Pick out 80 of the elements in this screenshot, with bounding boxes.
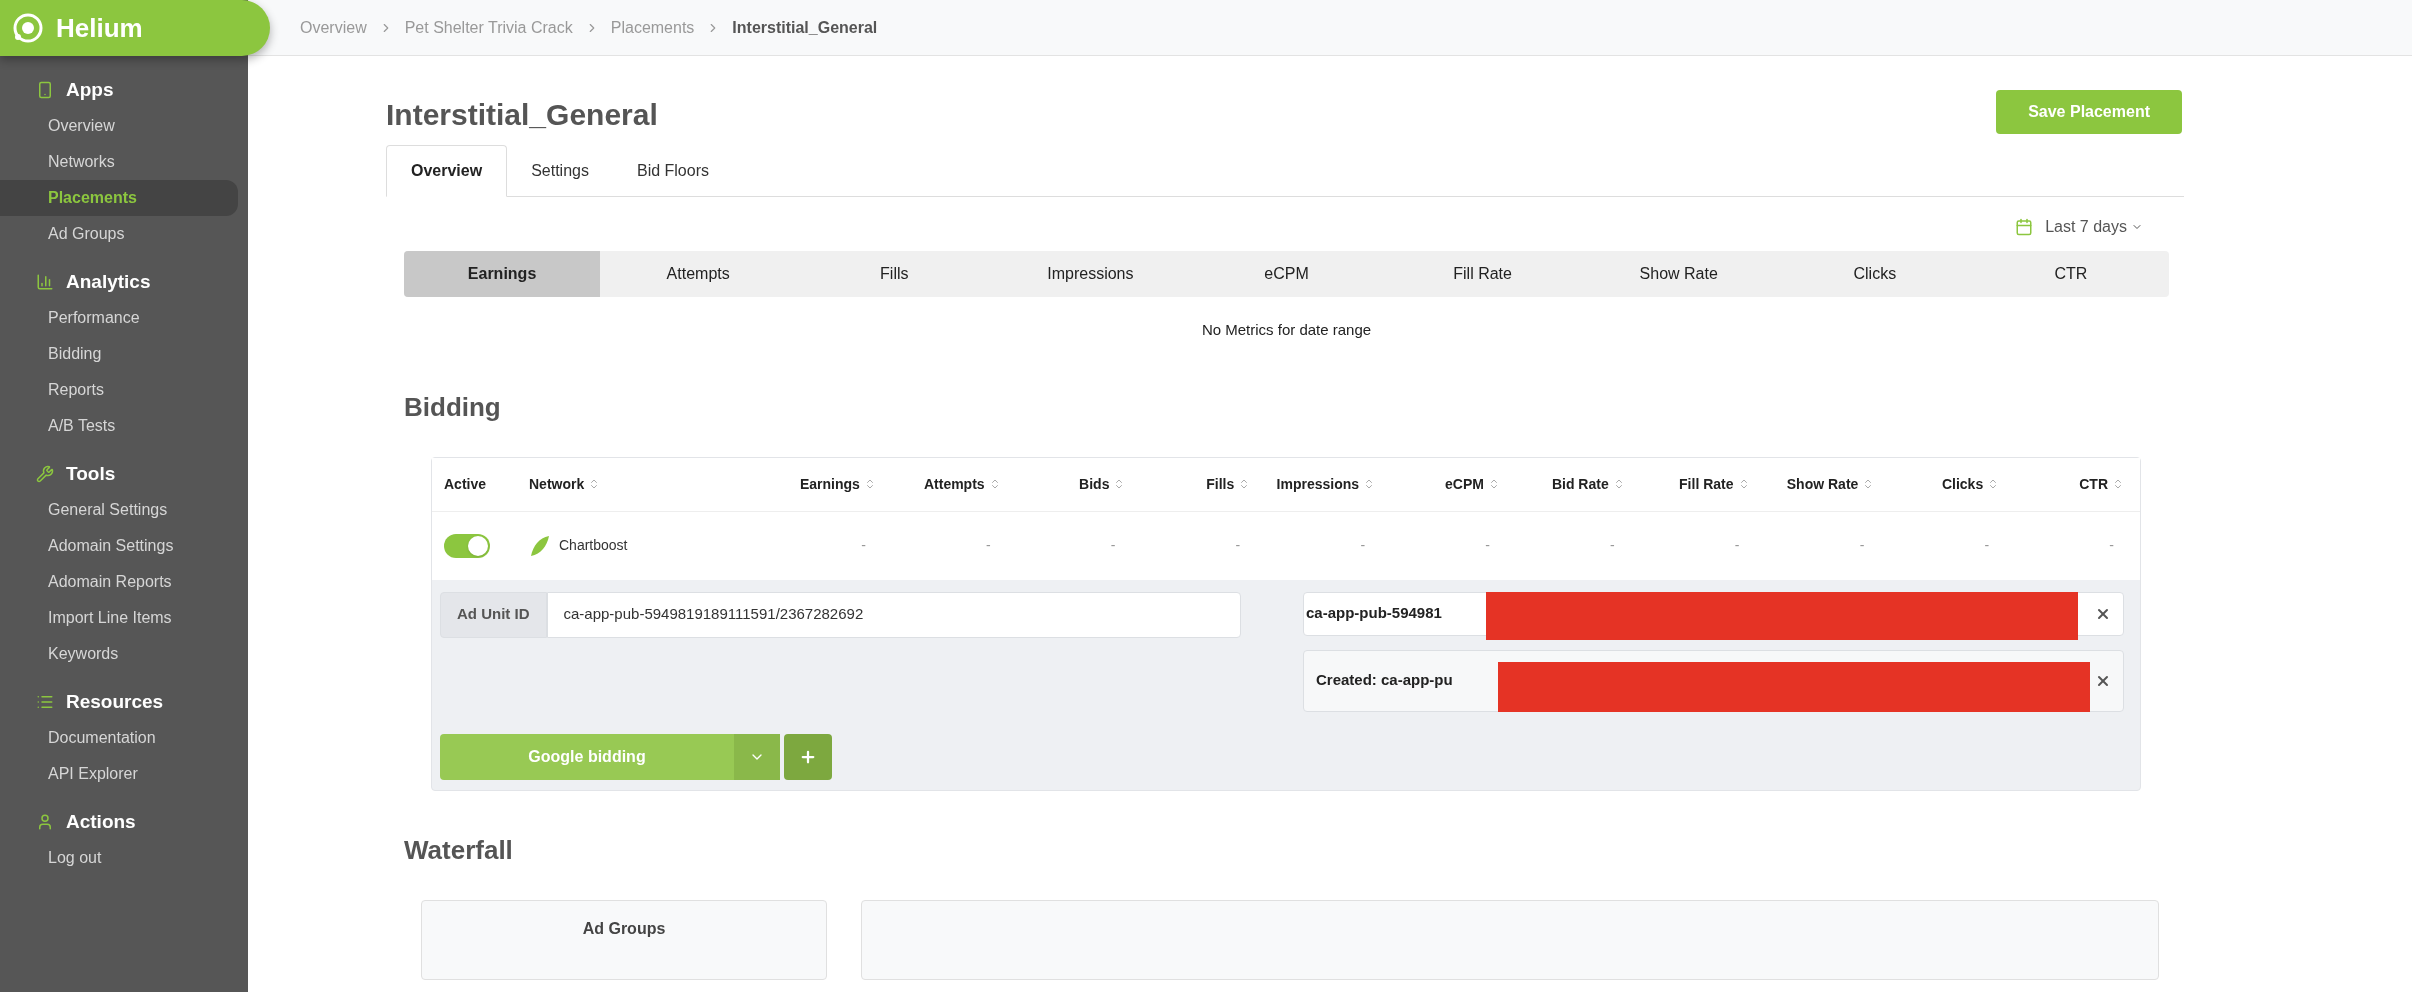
metric-tab[interactable]: Earnings [404, 251, 601, 297]
page-title: Interstitial_General [386, 97, 658, 133]
calendar-icon [2015, 218, 2034, 236]
column-header[interactable]: Bids [1079, 473, 1110, 495]
nav-item[interactable]: Bidding [0, 336, 238, 372]
column-header[interactable]: Earnings [799, 473, 860, 495]
table-cell-text: - [1360, 536, 1366, 555]
nav-item[interactable]: Ad Groups [0, 216, 238, 252]
tab[interactable]: Settings [507, 145, 613, 197]
date-range-dropdown[interactable]: Last 7 days [2045, 215, 2143, 239]
metric-tab[interactable]: Impressions [992, 251, 1189, 297]
nav-item[interactable]: A/B Tests [0, 408, 238, 444]
column-header[interactable]: Clicks [1941, 473, 1984, 495]
leaf-logo-icon [529, 533, 551, 558]
logo-text: Helium [56, 11, 143, 45]
section-title: Actions [66, 809, 136, 834]
section-icon [36, 813, 54, 831]
metric-tab[interactable]: Fills [796, 251, 993, 297]
ad-unit-id-label: Ad Unit ID [440, 591, 547, 638]
nav-item[interactable]: Reports [0, 372, 238, 408]
nav-item[interactable]: Adomain Reports [0, 564, 238, 600]
column-header[interactable]: CTR [2079, 473, 2108, 495]
column-header[interactable]: Show Rate [1786, 473, 1859, 495]
table-cell-text: - [2109, 536, 2114, 555]
section-icon [36, 693, 54, 711]
column-header[interactable]: Active [444, 473, 487, 495]
nav-item[interactable]: Placements [0, 180, 238, 216]
column-header[interactable]: Bid Rate [1551, 473, 1609, 495]
column-header[interactable]: Attempts [923, 473, 985, 495]
nav-item[interactable]: Overview [0, 108, 238, 144]
logo-icon [12, 12, 44, 44]
column-header[interactable]: Fills [1206, 473, 1235, 495]
section-title: Tools [66, 461, 116, 486]
section-heading: Bidding [404, 390, 502, 424]
nav-item[interactable]: Import Line Items [0, 600, 238, 636]
tag-text: ca-app-pub-594981 [1306, 603, 1443, 624]
sort-icon[interactable] [2112, 478, 2124, 490]
column-header[interactable]: Network [529, 473, 585, 495]
nav-item[interactable]: Networks [0, 144, 238, 180]
section-icon [36, 81, 54, 99]
nav-item[interactable]: Performance [0, 300, 238, 336]
nav-item[interactable]: API Explorer [0, 756, 238, 792]
table-cell-text: - [1235, 536, 1241, 555]
network-name: Chartboost [559, 536, 628, 555]
table-cell-text: - [1610, 536, 1615, 555]
column-header[interactable]: Fill Rate [1679, 473, 1734, 495]
column-header[interactable]: eCPM [1445, 473, 1484, 495]
section-icon [36, 273, 54, 291]
tab[interactable]: Overview [386, 145, 508, 197]
table-cell-text: - [985, 536, 991, 555]
metric-tab[interactable]: Attempts [600, 251, 797, 297]
table-cell-text: - [1859, 536, 1865, 555]
active-toggle[interactable] [444, 533, 490, 558]
nav-item[interactable]: Adomain Settings [0, 528, 238, 564]
panel-header: Ad Groups [582, 918, 666, 939]
metrics-empty-message: No Metrics for date range [1200, 320, 1373, 340]
metric-tab[interactable]: Show Rate [1580, 251, 1777, 297]
metric-tab[interactable]: Fill Rate [1384, 251, 1581, 297]
metric-tab[interactable]: Clicks [1776, 251, 1973, 297]
column-header[interactable]: Impressions [1276, 473, 1360, 495]
section-icon [36, 465, 54, 483]
metric-tab[interactable]: eCPM [1188, 251, 1385, 297]
table-cell-text: - [1485, 536, 1490, 555]
section-heading: Waterfall [404, 833, 514, 867]
table-cell-text: - [1734, 536, 1740, 555]
section-title: Resources [66, 689, 164, 714]
table-cell-text: - [1110, 536, 1116, 555]
table-cell-text: - [1984, 536, 1990, 555]
ad-unit-id-field[interactable]: ca-app-pub-5949819189111591/2367282692 [546, 591, 1241, 638]
nav-item[interactable]: Log out [0, 840, 238, 876]
tag-text: Created: ca-app-pu [1316, 670, 1454, 691]
metric-tab[interactable]: CTR [1972, 251, 2169, 297]
section-title: Analytics [66, 269, 151, 294]
nav-item[interactable]: Keywords [0, 636, 238, 672]
section-title: Apps [66, 77, 114, 102]
nav-item[interactable]: General Settings [0, 492, 238, 528]
table-cell-text: - [861, 536, 866, 555]
add-button[interactable] [784, 733, 832, 780]
nav-item[interactable]: Documentation [0, 720, 238, 756]
tab[interactable]: Bid Floors [612, 145, 733, 197]
